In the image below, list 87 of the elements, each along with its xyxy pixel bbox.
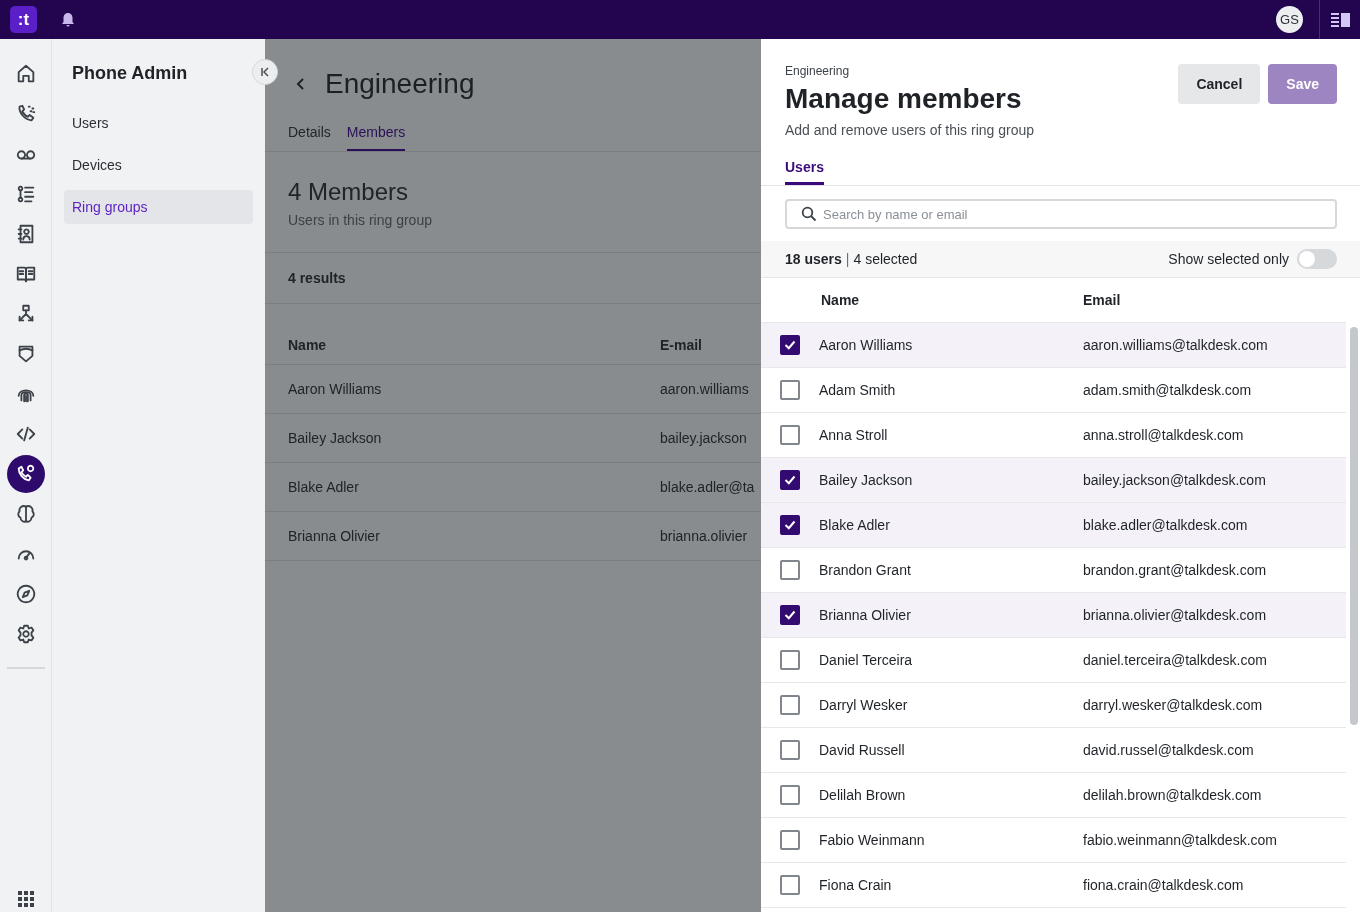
table-cell-text: Bailey Jackson — [819, 472, 914, 488]
sidebar-item[interactable]: Devices — [64, 148, 253, 182]
collapse-button[interactable] — [252, 59, 278, 85]
table-cell: david.russel@talkdesk.com — [1083, 742, 1254, 758]
table-cell: daniel.terceira@talkdesk.com — [1083, 652, 1267, 668]
section-subtitle: Users in this ring group — [288, 212, 433, 228]
column-header: Name — [288, 336, 328, 353]
side-panel-icon[interactable] — [1331, 11, 1351, 28]
column-header: Email — [1083, 292, 1121, 308]
table-cell-text: Delilah Brown — [819, 787, 907, 803]
checkbox[interactable] — [780, 695, 800, 715]
checkbox[interactable] — [780, 380, 800, 400]
table-cell: adam.smith@talkdesk.com — [1083, 382, 1252, 398]
sidebar-item[interactable]: Ring groups — [64, 190, 253, 224]
check-icon — [783, 518, 797, 532]
search-field[interactable]: Search by name or email — [785, 199, 1337, 229]
toggle-switch[interactable] — [1297, 249, 1337, 269]
search-icon — [801, 206, 817, 222]
table-cell: aaron.williams — [660, 381, 749, 397]
column-header: Name — [820, 292, 861, 308]
table-cell-text: Brandon Grant — [819, 562, 912, 578]
table-cell: blake.adler@ta — [660, 479, 755, 495]
separator: | — [845, 251, 850, 267]
collapse-icon — [260, 67, 270, 77]
checkbox[interactable] — [780, 785, 800, 805]
table-cell-text: Adam Smith — [819, 382, 897, 398]
table-cell: brandon.grant@talkdesk.com — [1083, 562, 1267, 578]
table-cell: fabio.weinmann@talkdesk.com — [1083, 832, 1277, 848]
table-cell-text: Aaron Williams — [288, 381, 383, 397]
table-cell: bailey.jackson — [660, 430, 747, 446]
toggle-label: Show selected only — [1168, 251, 1289, 267]
column-header: E-mail — [660, 336, 702, 353]
table-cell-text: Fiona Crain — [819, 877, 893, 893]
tab[interactable]: Users — [785, 159, 824, 185]
panel-eyebrow: Engineering — [785, 64, 851, 78]
table-cell-text: Fabio Weinmann — [819, 832, 926, 848]
user-count: 18 users — [785, 251, 842, 267]
table-cell: blake.adler@talkdesk.com — [1083, 517, 1248, 533]
cancel-button[interactable]: Cancel — [1178, 64, 1261, 104]
tab[interactable]: Members — [346, 124, 406, 151]
checkbox[interactable] — [780, 740, 800, 760]
table-cell: brianna.olivier@talkdesk.com — [1083, 607, 1267, 623]
table-cell-text: Brianna Olivier — [288, 528, 381, 544]
panel-title: Manage members — [785, 82, 1023, 116]
apps-grid-icon[interactable] — [16, 890, 35, 908]
table-cell: aaron.williams@talkdesk.com — [1083, 337, 1268, 353]
table-cell: bailey.jackson@talkdesk.com — [1083, 472, 1266, 488]
table-cell: fiona.crain@talkdesk.com — [1083, 877, 1244, 893]
panel-subtitle: Add and remove users of this ring group — [785, 122, 1036, 138]
table-cell: anna.stroll@talkdesk.com — [1083, 427, 1244, 443]
table-cell-text: David Russell — [819, 742, 906, 758]
table-cell-text: Daniel Terceira — [819, 652, 914, 668]
checkbox[interactable] — [780, 605, 800, 625]
table-cell-text: Darryl Wesker — [819, 697, 909, 713]
check-icon — [783, 608, 797, 622]
table-cell-text: Anna Stroll — [819, 427, 889, 443]
checkbox[interactable] — [780, 515, 800, 535]
check-icon — [783, 338, 797, 352]
table-cell-text: Blake Adler — [819, 517, 891, 533]
selected-count: 4 selected — [853, 251, 918, 267]
table-cell-text: Blake Adler — [288, 479, 360, 495]
check-icon — [783, 473, 797, 487]
checkbox[interactable] — [780, 335, 800, 355]
checkbox[interactable] — [780, 830, 800, 850]
checkbox[interactable] — [780, 425, 800, 445]
checkbox[interactable] — [780, 470, 800, 490]
page-title: Engineering — [325, 68, 475, 100]
user-avatar[interactable]: GS — [1276, 6, 1303, 33]
sidebar-title: Phone Admin — [71, 63, 189, 84]
checkbox[interactable] — [780, 560, 800, 580]
scrollbar[interactable] — [1350, 327, 1358, 725]
section-title: 4 Members — [288, 178, 410, 206]
table-cell: delilah.brown@talkdesk.com — [1083, 787, 1262, 803]
table-cell: darryl.wesker@talkdesk.com — [1083, 697, 1263, 713]
results-count: 4 results — [288, 270, 346, 286]
table-cell-text: Bailey Jackson — [288, 430, 383, 446]
checkbox[interactable] — [780, 875, 800, 895]
bell-icon[interactable] — [60, 11, 76, 28]
app-logo[interactable]: :t — [10, 6, 37, 33]
checkbox[interactable] — [780, 650, 800, 670]
sidebar-item[interactable]: Users — [64, 106, 253, 140]
phone-gear-icon[interactable] — [6, 455, 45, 493]
table-cell: brianna.olivier — [660, 528, 748, 544]
tab[interactable]: Details — [288, 124, 331, 151]
table-cell-text: Brianna Olivier — [819, 607, 912, 623]
back-chevron-icon[interactable] — [295, 77, 305, 91]
table-cell-text: Aaron Williams — [819, 337, 914, 353]
